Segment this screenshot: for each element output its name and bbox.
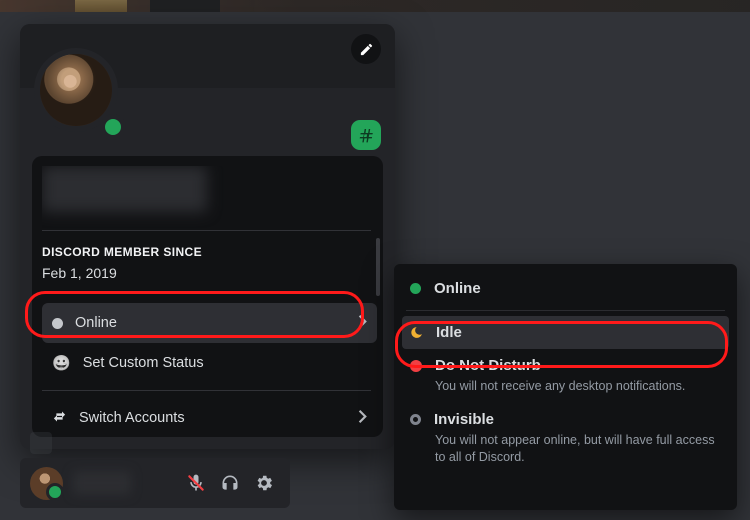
avatar-wrap[interactable] <box>34 48 124 138</box>
invisible-ring-icon <box>410 414 421 425</box>
status-indicator-online-icon <box>100 114 126 140</box>
status-option-label: Idle <box>436 324 462 341</box>
switch-accounts-button[interactable]: Switch Accounts <box>42 398 377 427</box>
status-option-description: You will not appear online, but will hav… <box>435 432 721 466</box>
divider <box>42 390 371 391</box>
status-option-dnd[interactable]: Do Not Disturb You will not receive any … <box>402 349 729 403</box>
gear-icon <box>254 473 274 493</box>
switch-accounts-icon <box>52 409 67 428</box>
deafen-button[interactable] <box>214 467 246 499</box>
user-bar <box>20 458 290 508</box>
userbar-name-redacted <box>73 471 131 495</box>
profile-inner-panel: DISCORD MEMBER SINCE Feb 1, 2019 Online … <box>32 156 383 437</box>
status-option-online[interactable]: Online <box>402 272 729 305</box>
divider <box>42 230 371 231</box>
set-custom-status-button[interactable]: 😀 Set Custom Status <box>42 343 377 383</box>
chevron-right-icon <box>358 315 367 332</box>
status-option-invisible[interactable]: Invisible You will not appear online, bu… <box>402 403 729 474</box>
username-redacted <box>42 166 207 212</box>
status-option-description: You will not receive any desktop notific… <box>435 378 721 395</box>
member-since-value: Feb 1, 2019 <box>42 265 377 281</box>
status-option-label: Invisible <box>434 411 494 428</box>
headphones-icon <box>220 473 240 493</box>
set-custom-status-label: Set Custom Status <box>83 355 204 371</box>
status-option-label: Do Not Disturb <box>435 357 541 374</box>
status-label: Online <box>75 315 117 331</box>
edit-profile-button[interactable] <box>351 34 381 64</box>
switch-accounts-label: Switch Accounts <box>79 410 185 426</box>
pencil-icon <box>359 42 374 57</box>
idle-moon-icon <box>410 326 423 339</box>
mute-mic-button[interactable] <box>180 467 212 499</box>
user-profile-popout: DISCORD MEMBER SINCE Feb 1, 2019 Online … <box>20 24 395 449</box>
userbar-avatar[interactable] <box>30 467 63 500</box>
chevron-right-icon <box>358 410 367 427</box>
status-submenu: Online Idle Do Not Disturb You will not … <box>394 264 737 510</box>
status-option-label: Online <box>434 280 481 297</box>
status-online-dot-icon <box>52 318 63 329</box>
online-dot-icon <box>410 283 421 294</box>
status-menu-trigger[interactable]: Online <box>42 303 377 343</box>
divider <box>406 310 725 311</box>
profile-scroller: DISCORD MEMBER SINCE Feb 1, 2019 Online … <box>42 166 377 427</box>
app-top-banner <box>0 0 750 12</box>
user-settings-button[interactable] <box>248 467 280 499</box>
dnd-icon <box>410 360 422 372</box>
list-item-avatar <box>30 432 52 454</box>
member-since-header: DISCORD MEMBER SINCE <box>42 245 377 259</box>
hash-icon <box>358 127 374 143</box>
hypesquad-badge[interactable] <box>351 120 381 150</box>
mic-muted-icon <box>186 473 206 493</box>
status-option-idle[interactable]: Idle <box>402 316 729 349</box>
background-list-row <box>30 432 290 454</box>
smiley-icon: 😀 <box>52 354 71 372</box>
